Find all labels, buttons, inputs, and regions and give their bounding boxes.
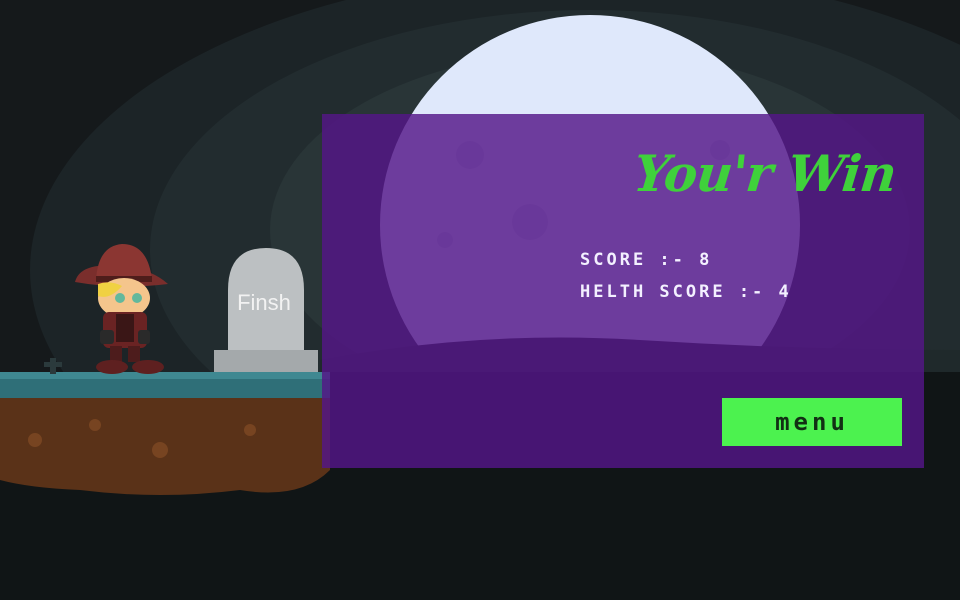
dirt-stone	[28, 433, 42, 447]
player-leg	[128, 346, 140, 362]
player-leg	[110, 346, 122, 362]
dirt-stone	[152, 442, 168, 458]
game-stage: Finsh You'r Win SCORE :- 8 HELTH SCORE :…	[0, 0, 960, 600]
score-label: SCORE :-	[580, 250, 700, 270]
finish-tombstone-label: Finsh	[237, 290, 291, 315]
dirt-stone	[244, 424, 256, 436]
win-panel: You'r Win SCORE :- 8 HELTH SCORE :- 4 ME…	[322, 114, 924, 468]
player-shirt	[116, 314, 134, 342]
menu-button[interactable]: MENU	[722, 398, 902, 446]
score-value: 8	[699, 250, 713, 270]
health-score-value: 4	[778, 282, 792, 302]
grave-cross-bar	[44, 362, 62, 367]
dirt-stone	[89, 419, 101, 431]
grass-highlight	[0, 372, 330, 379]
health-score-line: HELTH SCORE :- 4	[580, 282, 792, 302]
player-glove	[138, 330, 150, 344]
health-score-label: HELTH SCORE :-	[580, 282, 779, 302]
win-title: You'r Win	[631, 144, 900, 203]
player-boot	[96, 360, 128, 374]
player-eye	[132, 293, 142, 303]
score-line: SCORE :- 8	[580, 250, 712, 270]
player-glove	[100, 330, 114, 344]
player-boot	[132, 360, 164, 374]
player-eye	[115, 293, 125, 303]
tombstone-base	[214, 350, 318, 372]
